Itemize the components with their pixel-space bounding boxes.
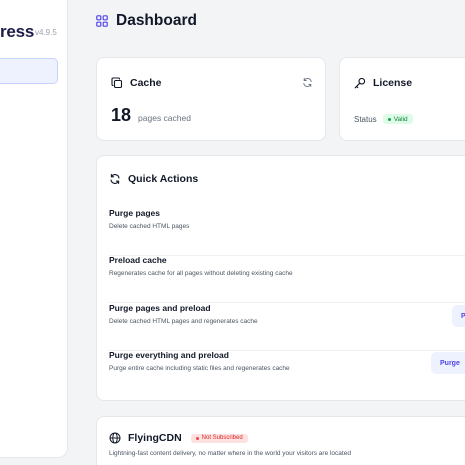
status-dot-icon <box>387 117 391 121</box>
quick-actions-header: Quick Actions <box>109 173 198 185</box>
globe-icon <box>109 432 121 444</box>
license-card-header: License <box>354 77 412 89</box>
action-name: Purge pages <box>109 208 161 218</box>
quick-actions-title: Quick Actions <box>128 173 199 185</box>
sidebar: ress v4.9.5 <box>0 0 68 458</box>
page-title: Dashboard <box>116 12 197 29</box>
cache-stat: 18 pages cached <box>111 105 191 126</box>
flyingcdn-header: FlyingCDN Not Subscribed <box>109 432 248 444</box>
refresh-icon <box>110 174 120 184</box>
action-description: Purge entire cache including static file… <box>109 365 290 372</box>
page-header: Dashboard <box>96 12 197 30</box>
action-row-purge-everything: Purge everything and preload Purge entir… <box>109 350 465 398</box>
subscription-badge-text: Not Subscribed <box>201 435 243 441</box>
quick-actions-card: Quick Actions Purge pages Delete cached … <box>96 155 465 401</box>
cache-card-title: Cache <box>130 77 162 89</box>
key-icon <box>354 77 366 89</box>
cache-card-header: Cache <box>111 77 162 89</box>
action-row-purge-and-preload: Purge pages and preload Delete cached HT… <box>109 303 465 351</box>
flyingcdn-description: Lightning-fast content delivery, no matt… <box>109 450 351 457</box>
refresh-icon[interactable] <box>302 77 313 88</box>
license-status: Status Valid <box>354 114 413 124</box>
action-row-preload-cache: Preload cache Regenerates cache for all … <box>109 255 465 303</box>
license-card-title: License <box>373 77 413 89</box>
subscription-badge: Not Subscribed <box>190 433 248 443</box>
purge-everything-button[interactable]: Purge <box>431 352 465 374</box>
version-label: v4.9.5 <box>35 28 57 37</box>
action-description: Delete cached HTML pages and regenerates… <box>109 318 258 325</box>
badge-dot-icon <box>195 436 199 440</box>
status-badge-text: Valid <box>393 115 408 123</box>
cache-count-label: pages cached <box>138 113 191 123</box>
flyingcdn-card: FlyingCDN Not Subscribed Lightning-fast … <box>96 416 465 465</box>
action-description: Regenerates cache for all pages without … <box>109 270 293 277</box>
sidebar-item-dashboard[interactable] <box>0 58 58 84</box>
copy-icon <box>111 77 123 89</box>
action-name: Purge pages and preload <box>109 303 211 313</box>
action-name: Purge everything and preload <box>109 350 229 360</box>
action-name: Preload cache <box>109 255 167 265</box>
cache-card: Cache 18 pages cached <box>96 57 326 141</box>
purge-and-preload-button[interactable]: P <box>452 305 465 327</box>
cache-count: 18 <box>111 105 132 125</box>
status-badge: Valid <box>382 114 413 124</box>
license-card: License Status Valid <box>339 57 465 141</box>
grid-icon <box>96 15 108 27</box>
action-row-purge-pages: Purge pages Delete cached HTML pages <box>109 208 465 256</box>
action-description: Delete cached HTML pages <box>109 223 190 230</box>
brand-name: ress <box>0 22 35 41</box>
flyingcdn-title: FlyingCDN <box>128 432 182 444</box>
status-label: Status <box>354 114 377 124</box>
